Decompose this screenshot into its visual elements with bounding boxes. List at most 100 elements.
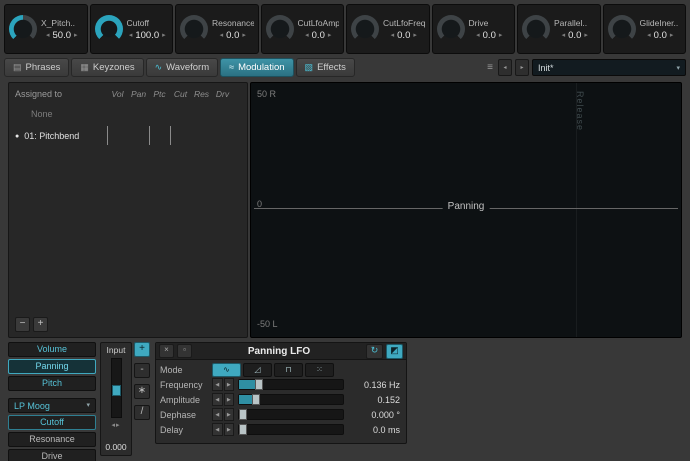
mode-label: Mode [160,365,208,375]
decrement-button[interactable]: ◀ [212,378,223,391]
increment-button[interactable]: ▶ [224,423,235,436]
frequency-slider[interactable] [238,379,344,390]
increment-arrow-icon[interactable]: ▸ [584,32,588,39]
increment-arrow-icon[interactable]: ▸ [74,32,78,39]
macro-module-6: Drive ◂0.0▸ [432,4,516,54]
y-axis-bottom-label: -50 L [257,319,278,329]
effects-icon: ▧ [305,63,314,72]
decrement-arrow-icon[interactable]: ◂ [647,32,651,39]
decrement-arrow-icon[interactable]: ◂ [220,32,224,39]
macro-value: 0.0 [397,30,410,41]
increment-arrow-icon[interactable]: ▸ [242,32,246,39]
target-drive[interactable]: Drive [8,449,96,461]
target-panning[interactable]: Panning [8,359,96,374]
macro-label: Resonance [212,18,254,28]
knob-cutlfoamp[interactable] [266,15,294,43]
lfo-device: × ▫ Panning LFO ↻ ◩ Mode ∿ ◿ ⊓ ⁙ Frequen… [155,342,407,444]
macro-module-1: X_Pitch.. ◂50.0▸ [4,4,88,54]
amplitude-slider[interactable] [238,394,344,405]
chevron-down-icon: ▾ [676,64,680,72]
knob-cutlfofreq[interactable] [351,15,379,43]
input-nudge-arrows-icon[interactable]: ◂▸ [111,421,120,429]
decrement-arrow-icon[interactable]: ◂ [46,32,50,39]
preset-prev-button[interactable]: ◂ [498,59,512,76]
modulation-target-list: Volume Panning Pitch LP Moog ▾ Cutoff Re… [8,342,96,461]
increment-button[interactable]: ▶ [224,378,235,391]
tab-keyzones[interactable]: ▦ Keyzones [71,58,143,77]
decrement-arrow-icon[interactable]: ◂ [562,32,566,39]
decrement-button[interactable]: ◀ [212,393,223,406]
tab-waveform[interactable]: ∿ Waveform [146,58,218,77]
cut-range-widget[interactable] [170,126,171,145]
increment-arrow-icon[interactable]: ▸ [413,32,417,39]
increment-arrow-icon[interactable]: ▸ [162,32,166,39]
knob-x-pitch[interactable] [9,15,37,43]
slider-handle[interactable] [252,394,260,405]
instrument-selector-icon[interactable]: ≡ [485,62,495,73]
param-value: 0.136 Hz [348,380,402,390]
close-icon[interactable]: × [159,344,174,358]
mode-square-button[interactable]: ⊓ [274,363,303,377]
knob-resonance[interactable] [180,15,208,43]
operator-multiply-button[interactable]: ∗ [134,384,150,399]
increment-arrow-icon[interactable]: ▸ [499,32,503,39]
filter-type-dropdown[interactable]: LP Moog ▾ [8,398,96,413]
chevron-down-icon: ▾ [86,400,90,412]
knob-cutoff[interactable] [95,15,123,43]
assigned-to-panel: Assigned to Vol Pan Ptc Cut Res Drv None… [8,82,248,338]
decrement-button[interactable]: ◀ [212,423,223,436]
tab-modulation[interactable]: ≈ Modulation [220,58,293,77]
increment-button[interactable]: ▶ [224,408,235,421]
remove-button[interactable]: − [15,317,30,332]
macro-knob-bar: X_Pitch.. ◂50.0▸ Cutoff ◂100.0▸ Resonanc… [4,4,686,54]
slider-handle[interactable] [239,424,247,435]
vol-range-widget[interactable] [107,126,108,145]
slider-handle[interactable] [239,409,247,420]
mode-sine-button[interactable]: ∿ [212,363,241,377]
decrement-arrow-icon[interactable]: ◂ [305,32,309,39]
increment-button[interactable]: ▶ [224,393,235,406]
target-volume[interactable]: Volume [8,342,96,357]
tab-phrases[interactable]: ▤ Phrases [4,58,69,77]
decrement-arrow-icon[interactable]: ◂ [391,32,395,39]
operator-subtract-button[interactable]: - [134,363,150,378]
dephase-slider[interactable] [238,409,344,420]
lfo-body: Mode ∿ ◿ ⊓ ⁙ Frequency ◀▶ 0.136 Hz Ampli… [156,360,406,439]
input-slider[interactable] [111,358,122,418]
modulation-graph[interactable]: 50 R 0 -50 L Release Panning [250,82,682,338]
operator-divide-button[interactable]: / [134,405,150,420]
assigned-row-none[interactable]: None [9,109,247,119]
minimize-icon[interactable]: ▫ [177,344,192,358]
operator-add-button[interactable]: + [134,342,150,357]
decrement-button[interactable]: ◀ [212,408,223,421]
assigned-row-pitchbend[interactable]: ● 01: Pitchbend [9,127,247,145]
mode-random-button[interactable]: ⁙ [305,363,334,377]
decrement-arrow-icon[interactable]: ◂ [476,32,480,39]
knob-parallel[interactable] [522,15,550,43]
target-resonance[interactable]: Resonance [8,432,96,447]
target-cutoff[interactable]: Cutoff [8,415,96,430]
external-editor-icon[interactable]: ◩ [386,344,403,359]
column-vol: Vol [107,89,128,99]
macro-label: CutLfoFreq [383,18,425,28]
slider-handle[interactable] [255,379,263,390]
knob-glideinertia[interactable] [608,15,636,43]
increment-arrow-icon[interactable]: ▸ [328,32,332,39]
add-button[interactable]: + [33,317,48,332]
ptc-range-widget[interactable] [149,126,150,145]
mode-saw-button[interactable]: ◿ [243,363,272,377]
param-label: Frequency [160,380,208,390]
modulation-preset-dropdown[interactable]: Init* ▾ [532,59,686,76]
tab-effects[interactable]: ▧ Effects [296,58,355,77]
param-value: 0.152 [348,395,402,405]
preset-next-button[interactable]: ▸ [515,59,529,76]
knob-drive[interactable] [437,15,465,43]
increment-arrow-icon[interactable]: ▸ [670,32,674,39]
macro-module-2: Cutoff ◂100.0▸ [90,4,174,54]
target-pitch[interactable]: Pitch [8,376,96,391]
lfo-reset-icon[interactable]: ↻ [366,344,383,359]
delay-slider[interactable] [238,424,344,435]
macro-value: 100.0 [135,30,159,41]
decrement-arrow-icon[interactable]: ◂ [129,32,133,39]
input-slider-handle[interactable] [112,385,121,396]
